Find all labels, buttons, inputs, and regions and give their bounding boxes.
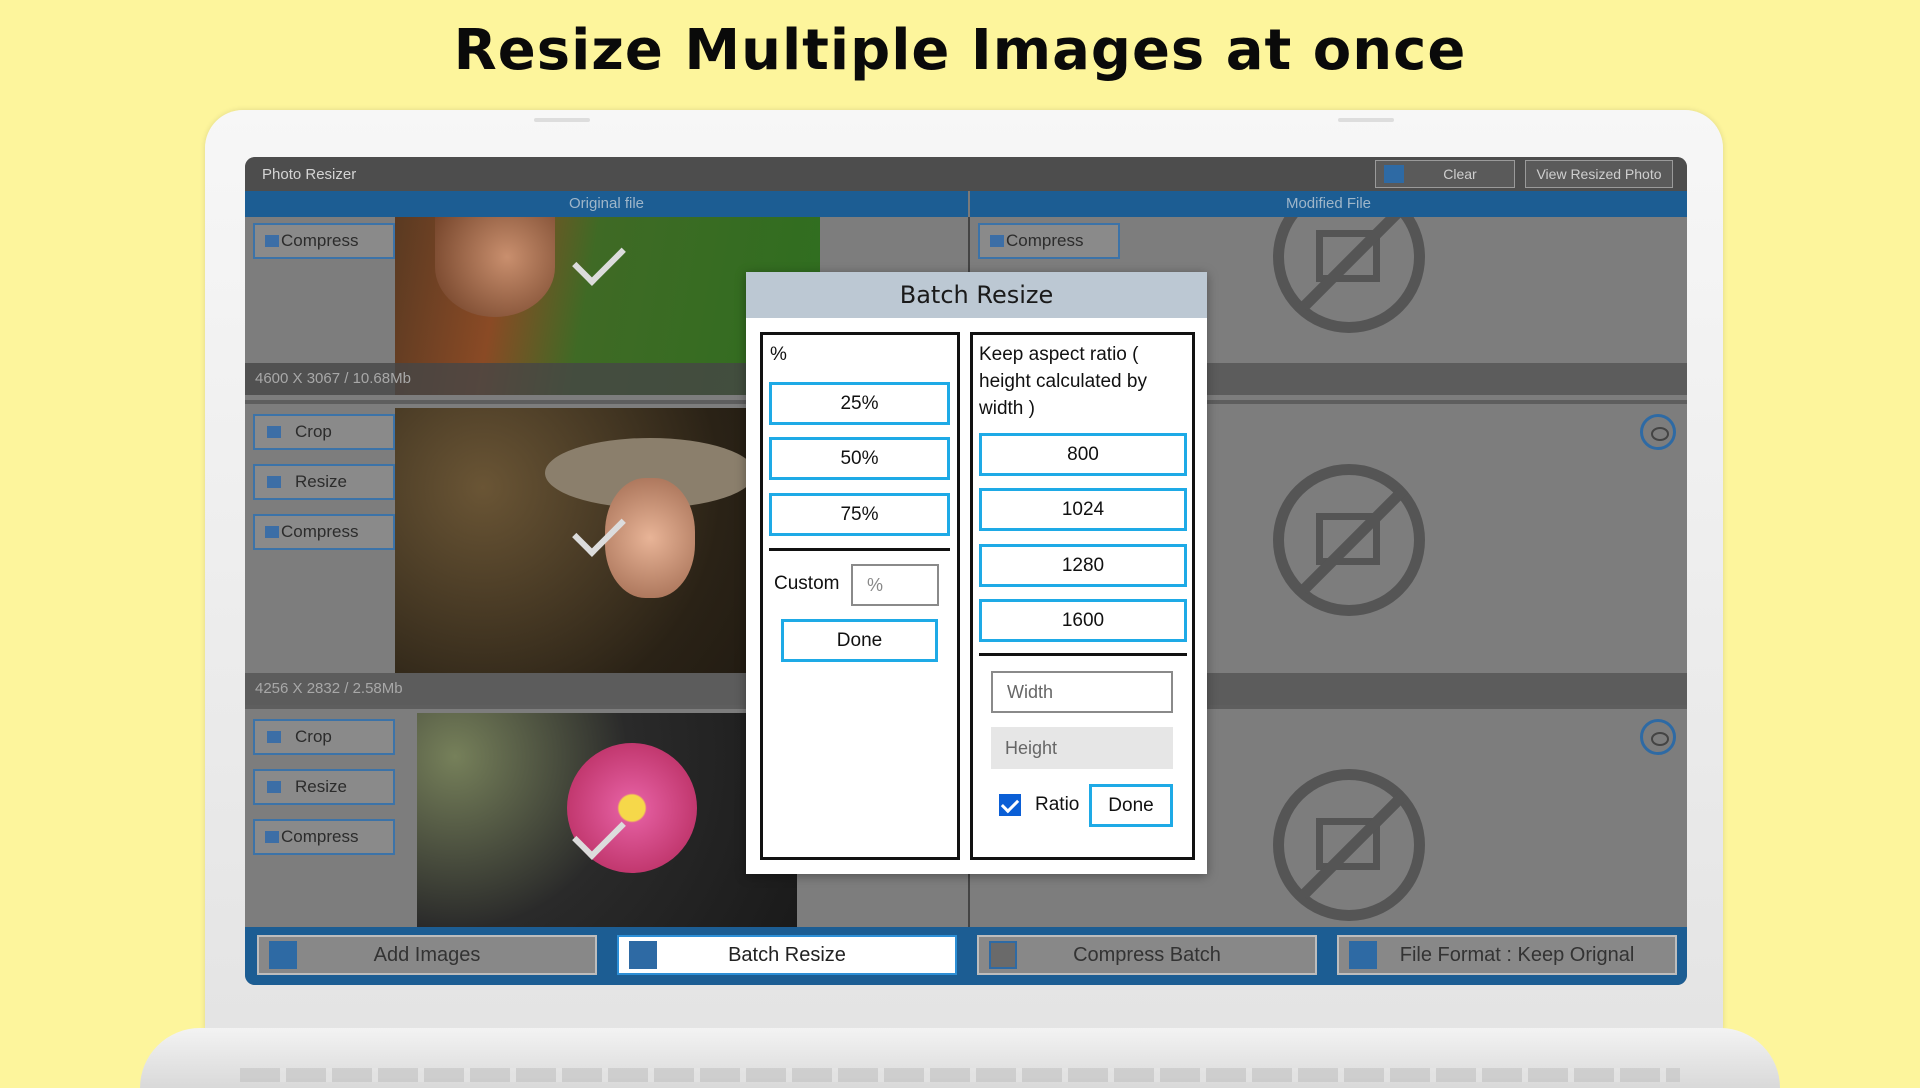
batch-resize-button[interactable]: Batch Resize	[617, 935, 957, 975]
width-1600-button[interactable]: 1600	[979, 599, 1187, 642]
crop-icon	[267, 426, 281, 438]
laptop-bumper	[534, 118, 590, 122]
crop-label: Crop	[295, 422, 332, 441]
ratio-label: Ratio	[1035, 794, 1080, 815]
compress-icon	[990, 235, 1004, 247]
file-format-button[interactable]: File Format : Keep Orignal	[1337, 935, 1677, 975]
eye-icon[interactable]	[1640, 719, 1676, 755]
compress-button[interactable]: Compress	[978, 223, 1120, 259]
percent-50-button[interactable]: 50%	[769, 437, 950, 480]
clear-button-label: Clear	[1443, 166, 1477, 182]
compress-icon	[265, 235, 279, 247]
batch-resize-label: Batch Resize	[728, 943, 846, 966]
clear-icon	[1384, 165, 1404, 183]
resize-icon	[267, 476, 281, 488]
resize-button[interactable]: Resize	[253, 464, 395, 500]
height-input[interactable]: Height	[991, 727, 1173, 769]
divider	[769, 548, 950, 551]
width-800-button[interactable]: 800	[979, 433, 1187, 476]
resize-button[interactable]: Resize	[253, 769, 395, 805]
resize-label: Resize	[295, 777, 347, 796]
add-images-icon	[269, 941, 297, 969]
compress-batch-label: Compress Batch	[1073, 943, 1221, 966]
crop-button[interactable]: Crop	[253, 719, 395, 755]
view-resized-photo-button[interactable]: View Resized Photo	[1525, 160, 1673, 188]
compress-button[interactable]: Compress	[253, 819, 395, 855]
no-image-icon	[1273, 217, 1425, 333]
dialog-title: Batch Resize	[746, 272, 1207, 318]
percent-75-button[interactable]: 75%	[769, 493, 950, 536]
original-file-header: Original file	[245, 191, 968, 217]
add-images-button[interactable]: Add Images	[257, 935, 597, 975]
width-input[interactable]: Width	[991, 671, 1173, 713]
compress-button[interactable]: Compress	[253, 223, 395, 259]
bottom-toolbar: Add Images Batch Resize Compress Batch F…	[245, 927, 1687, 985]
width-column: Keep aspect ratio ( height calculated by…	[970, 332, 1195, 860]
ratio-checkbox[interactable]	[999, 794, 1021, 816]
crop-label: Crop	[295, 727, 332, 746]
width-1280-button[interactable]: 1280	[979, 544, 1187, 587]
percent-column: % 25% 50% 75% Custom % Done	[760, 332, 960, 860]
percent-25-button[interactable]: 25%	[769, 382, 950, 425]
compress-label: Compress	[281, 522, 359, 541]
no-image-icon	[1273, 464, 1425, 616]
resize-icon	[267, 781, 281, 793]
custom-label: Custom	[774, 573, 840, 594]
crop-icon	[267, 731, 281, 743]
eye-icon[interactable]	[1640, 414, 1676, 450]
file-format-icon	[1349, 941, 1377, 969]
file-format-label: File Format : Keep Orignal	[1399, 943, 1635, 966]
compress-button[interactable]: Compress	[253, 514, 395, 550]
percent-header: %	[770, 344, 787, 365]
modified-file-header: Modified File	[970, 191, 1687, 217]
crop-button[interactable]: Crop	[253, 414, 395, 450]
width-1024-button[interactable]: 1024	[979, 488, 1187, 531]
title-bar: Photo Resizer Clear View Resized Photo	[245, 157, 1687, 191]
portrait-shape	[435, 217, 555, 317]
add-images-label: Add Images	[373, 943, 481, 966]
no-image-icon	[1273, 769, 1425, 921]
compress-icon	[265, 831, 279, 843]
batch-resize-dialog: Batch Resize % 25% 50% 75% Custom % Done…	[746, 272, 1207, 874]
aspect-ratio-text: Keep aspect ratio ( height calculated by…	[979, 344, 1147, 419]
compress-label: Compress	[281, 231, 359, 250]
clear-button[interactable]: Clear	[1375, 160, 1515, 188]
laptop-bumper	[1338, 118, 1394, 122]
compress-label: Compress	[281, 827, 359, 846]
headline: Resize Multiple Images at once	[453, 18, 1467, 83]
divider	[979, 653, 1187, 656]
percent-done-button[interactable]: Done	[781, 619, 938, 662]
width-done-button[interactable]: Done	[1089, 784, 1173, 827]
batch-resize-icon	[629, 941, 657, 969]
window-title: Photo Resizer	[262, 166, 357, 183]
face-shape	[605, 478, 695, 598]
custom-percent-input[interactable]: %	[851, 564, 939, 606]
compress-icon	[265, 526, 279, 538]
compress-batch-icon	[989, 941, 1017, 969]
resize-label: Resize	[295, 472, 347, 491]
compress-batch-button[interactable]: Compress Batch	[977, 935, 1317, 975]
compress-label: Compress	[1006, 231, 1084, 250]
